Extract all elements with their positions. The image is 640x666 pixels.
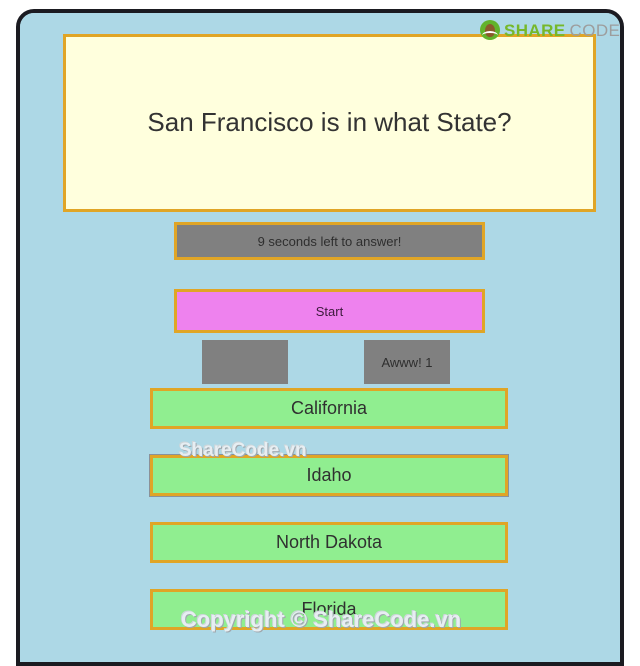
question-panel: San Francisco is in what State? [63,34,596,212]
answer-button-idaho[interactable]: Idaho [149,454,509,497]
quiz-app-canvas: SHARECODE.vn San Francisco is in what St… [20,13,620,662]
question-text: San Francisco is in what State? [147,107,512,138]
wrong-score-box: Awww! 1 [364,340,450,384]
app-window-frame: SHARECODE.vn San Francisco is in what St… [16,9,624,666]
answer-button-florida[interactable]: Florida [150,589,508,630]
start-button[interactable]: Start [174,289,485,333]
answer-button-north-dakota[interactable]: North Dakota [150,522,508,563]
timer-status-bar: 9 seconds left to answer! [174,222,485,260]
correct-score-box [202,340,288,384]
answer-button-california[interactable]: California [150,388,508,429]
